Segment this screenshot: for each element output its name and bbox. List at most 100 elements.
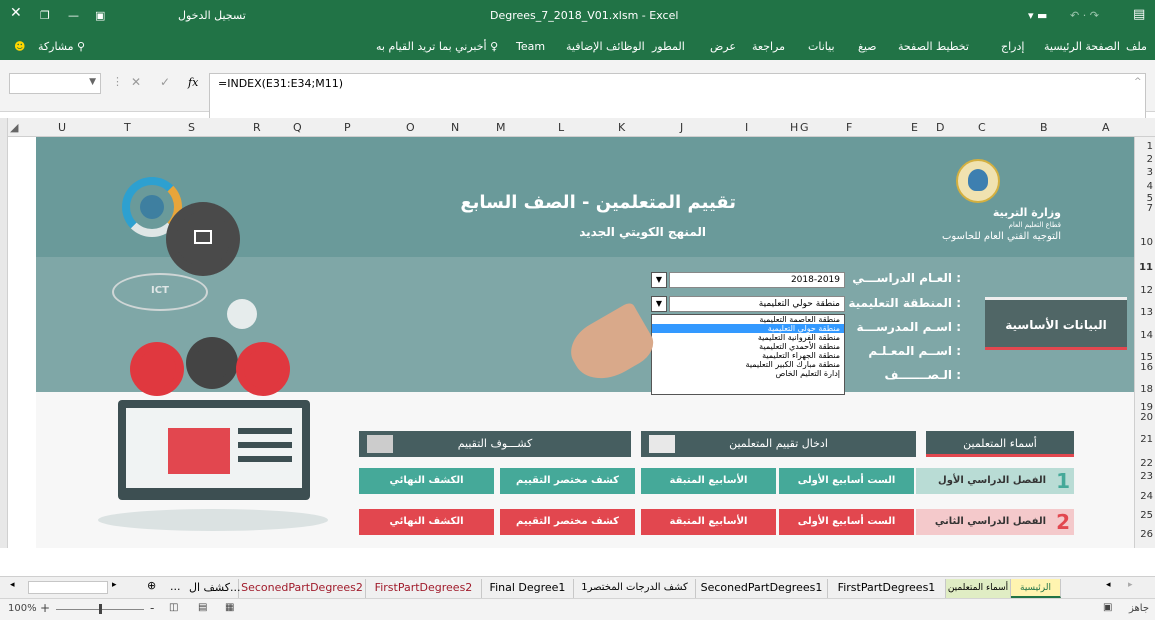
row-header[interactable]: 12: [1140, 285, 1153, 296]
column-header-p[interactable]: P: [344, 121, 351, 134]
row-header[interactable]: 22: [1140, 458, 1153, 469]
sem2-remaining-weeks-button[interactable]: الأسابيع المتبقة: [641, 509, 776, 535]
column-header-n[interactable]: N: [451, 121, 459, 134]
ribbon-display-icon[interactable]: ▣: [95, 9, 105, 22]
sheet-tab[interactable]: كشف ال...: [189, 579, 240, 598]
sem1-first-six-weeks-button[interactable]: الست أسابيع الأولى: [779, 468, 914, 494]
new-sheet-icon[interactable]: ⊕: [147, 579, 156, 592]
sem1-summary-report-button[interactable]: كشف مختصر التقييم: [500, 468, 635, 494]
dropdown-option-selected[interactable]: منطقة حولي التعليمية: [652, 324, 844, 333]
minimize-icon[interactable]: —: [68, 9, 79, 22]
row-header[interactable]: 16: [1140, 362, 1153, 373]
sheet-tab[interactable]: FirstPartDegrees2: [366, 579, 482, 598]
row-header[interactable]: 10: [1140, 237, 1153, 248]
row-header[interactable]: 11: [1139, 262, 1153, 273]
column-header-c[interactable]: C: [978, 121, 986, 134]
column-header-h[interactable]: H: [790, 121, 798, 134]
name-box[interactable]: ▼: [9, 73, 101, 94]
smiley-icon[interactable]: ☻: [14, 40, 25, 53]
student-names-button[interactable]: أسماء المتعلمين: [926, 431, 1074, 457]
sem1-final-report-button[interactable]: الكشف النهائي: [359, 468, 494, 494]
page-layout-view-icon[interactable]: ▤: [198, 602, 207, 613]
undo-icon[interactable]: ↶ · ↷: [1070, 9, 1099, 22]
column-header-g[interactable]: G: [800, 121, 809, 134]
basic-data-button[interactable]: البيانات الأساسية: [985, 297, 1127, 350]
row-header[interactable]: 20: [1140, 412, 1153, 423]
zoom-out-icon[interactable]: -: [150, 601, 154, 615]
row-header[interactable]: 18: [1140, 384, 1153, 395]
restore-icon[interactable]: ❐: [40, 9, 50, 22]
sheet-nav-prev-icon[interactable]: ◂: [1106, 580, 1111, 590]
row-header[interactable]: 23: [1140, 471, 1153, 482]
zoom-in-icon[interactable]: +: [40, 601, 50, 615]
expand-formula-icon[interactable]: ^: [1134, 77, 1142, 87]
cancel-icon[interactable]: ✕: [131, 75, 141, 89]
scroll-left-icon[interactable]: ◂: [10, 580, 15, 590]
row-header[interactable]: 13: [1140, 307, 1153, 318]
tab-team[interactable]: Team: [516, 40, 545, 53]
tell-me-search[interactable]: أخبرني بما تريد القيام به ♀: [376, 40, 498, 53]
tab-data[interactable]: بيانات: [808, 40, 835, 53]
row-header[interactable]: 26: [1140, 529, 1153, 540]
column-header-l[interactable]: L: [558, 121, 564, 134]
horizontal-scrollbar[interactable]: [28, 581, 108, 594]
row-header[interactable]: 7: [1147, 203, 1153, 214]
row-header[interactable]: 3: [1147, 167, 1153, 178]
school-year-dropdown-button[interactable]: ▼: [651, 272, 667, 288]
vertical-scrollbar[interactable]: [0, 118, 8, 576]
tab-file[interactable]: ملف: [1126, 40, 1147, 53]
macro-record-icon[interactable]: ▣: [1103, 602, 1112, 613]
share-button[interactable]: مشاركة ⚲: [38, 40, 85, 53]
column-header-q[interactable]: Q: [293, 121, 302, 134]
column-header-i[interactable]: I: [745, 121, 748, 134]
customize-qat-icon[interactable]: ▾ ▬: [1028, 9, 1047, 22]
normal-view-icon[interactable]: ▦: [225, 602, 234, 613]
column-header-r[interactable]: R: [253, 121, 261, 134]
school-year-select[interactable]: 2018-2019: [669, 272, 845, 288]
row-header[interactable]: 25: [1140, 510, 1153, 521]
tab-formulas[interactable]: صيغ: [858, 40, 877, 53]
row-header[interactable]: 4: [1147, 181, 1153, 192]
row-header[interactable]: 1: [1147, 141, 1153, 152]
dropdown-option[interactable]: منطقة الفروانية التعليمية: [652, 333, 844, 342]
tab-home[interactable]: الصفحة الرئيسية: [1044, 40, 1120, 53]
row-header[interactable]: 14: [1140, 330, 1153, 341]
sheet-tab[interactable]: أسماء المتعلمين: [946, 579, 1011, 598]
tab-developer[interactable]: المطور: [652, 40, 685, 53]
enter-icon[interactable]: ✓: [160, 75, 170, 89]
dropdown-option[interactable]: منطقة الجهراء التعليمية: [652, 351, 844, 360]
column-header-d[interactable]: D: [936, 121, 944, 134]
select-all-icon[interactable]: ◢: [10, 121, 18, 134]
enter-evaluation-button[interactable]: ادخال تقييم المتعلمين: [641, 431, 916, 457]
page-break-view-icon[interactable]: ◫: [169, 602, 178, 613]
row-header[interactable]: 2: [1147, 154, 1153, 165]
column-header-e[interactable]: E: [911, 121, 918, 134]
sheet-tab-active[interactable]: الرئيسية: [1011, 579, 1061, 598]
tab-insert[interactable]: إدراج: [1001, 40, 1024, 53]
insert-function-icon[interactable]: fx: [188, 76, 198, 89]
column-header-s[interactable]: S: [188, 121, 195, 134]
dropdown-option[interactable]: منطقة العاصمة التعليمية: [652, 315, 844, 324]
scroll-right-icon[interactable]: ▸: [112, 580, 117, 590]
dropdown-option[interactable]: منطقة مبارك الكبير التعليمية: [652, 360, 844, 369]
column-header-a[interactable]: A: [1102, 121, 1110, 134]
more-sheets-icon[interactable]: ...: [170, 580, 181, 593]
region-select[interactable]: منطقة حولي التعليمية: [669, 296, 845, 312]
zoom-slider-thumb[interactable]: [99, 604, 102, 614]
column-header-k[interactable]: K: [618, 121, 625, 134]
sem2-final-report-button[interactable]: الكشف النهائي: [359, 509, 494, 535]
column-header-b[interactable]: B: [1040, 121, 1048, 134]
column-header-o[interactable]: O: [406, 121, 415, 134]
zoom-level[interactable]: 100%: [8, 603, 37, 614]
sem2-summary-report-button[interactable]: كشف مختصر التقييم: [500, 509, 635, 535]
tab-view[interactable]: عرض: [710, 40, 736, 53]
row-header[interactable]: 24: [1140, 491, 1153, 502]
tab-review[interactable]: مراجعة: [752, 40, 785, 53]
tab-addins[interactable]: الوظائف الإضافية: [566, 40, 645, 53]
tab-page-layout[interactable]: تخطيط الصفحة: [898, 40, 969, 53]
column-header-f[interactable]: F: [846, 121, 852, 134]
chevron-down-icon[interactable]: ▼: [89, 77, 96, 87]
region-dropdown-button[interactable]: ▼: [651, 296, 667, 312]
column-header-u[interactable]: U: [58, 121, 66, 134]
region-dropdown-list[interactable]: منطقة العاصمة التعليمية منطقة حولي التعل…: [651, 314, 845, 395]
